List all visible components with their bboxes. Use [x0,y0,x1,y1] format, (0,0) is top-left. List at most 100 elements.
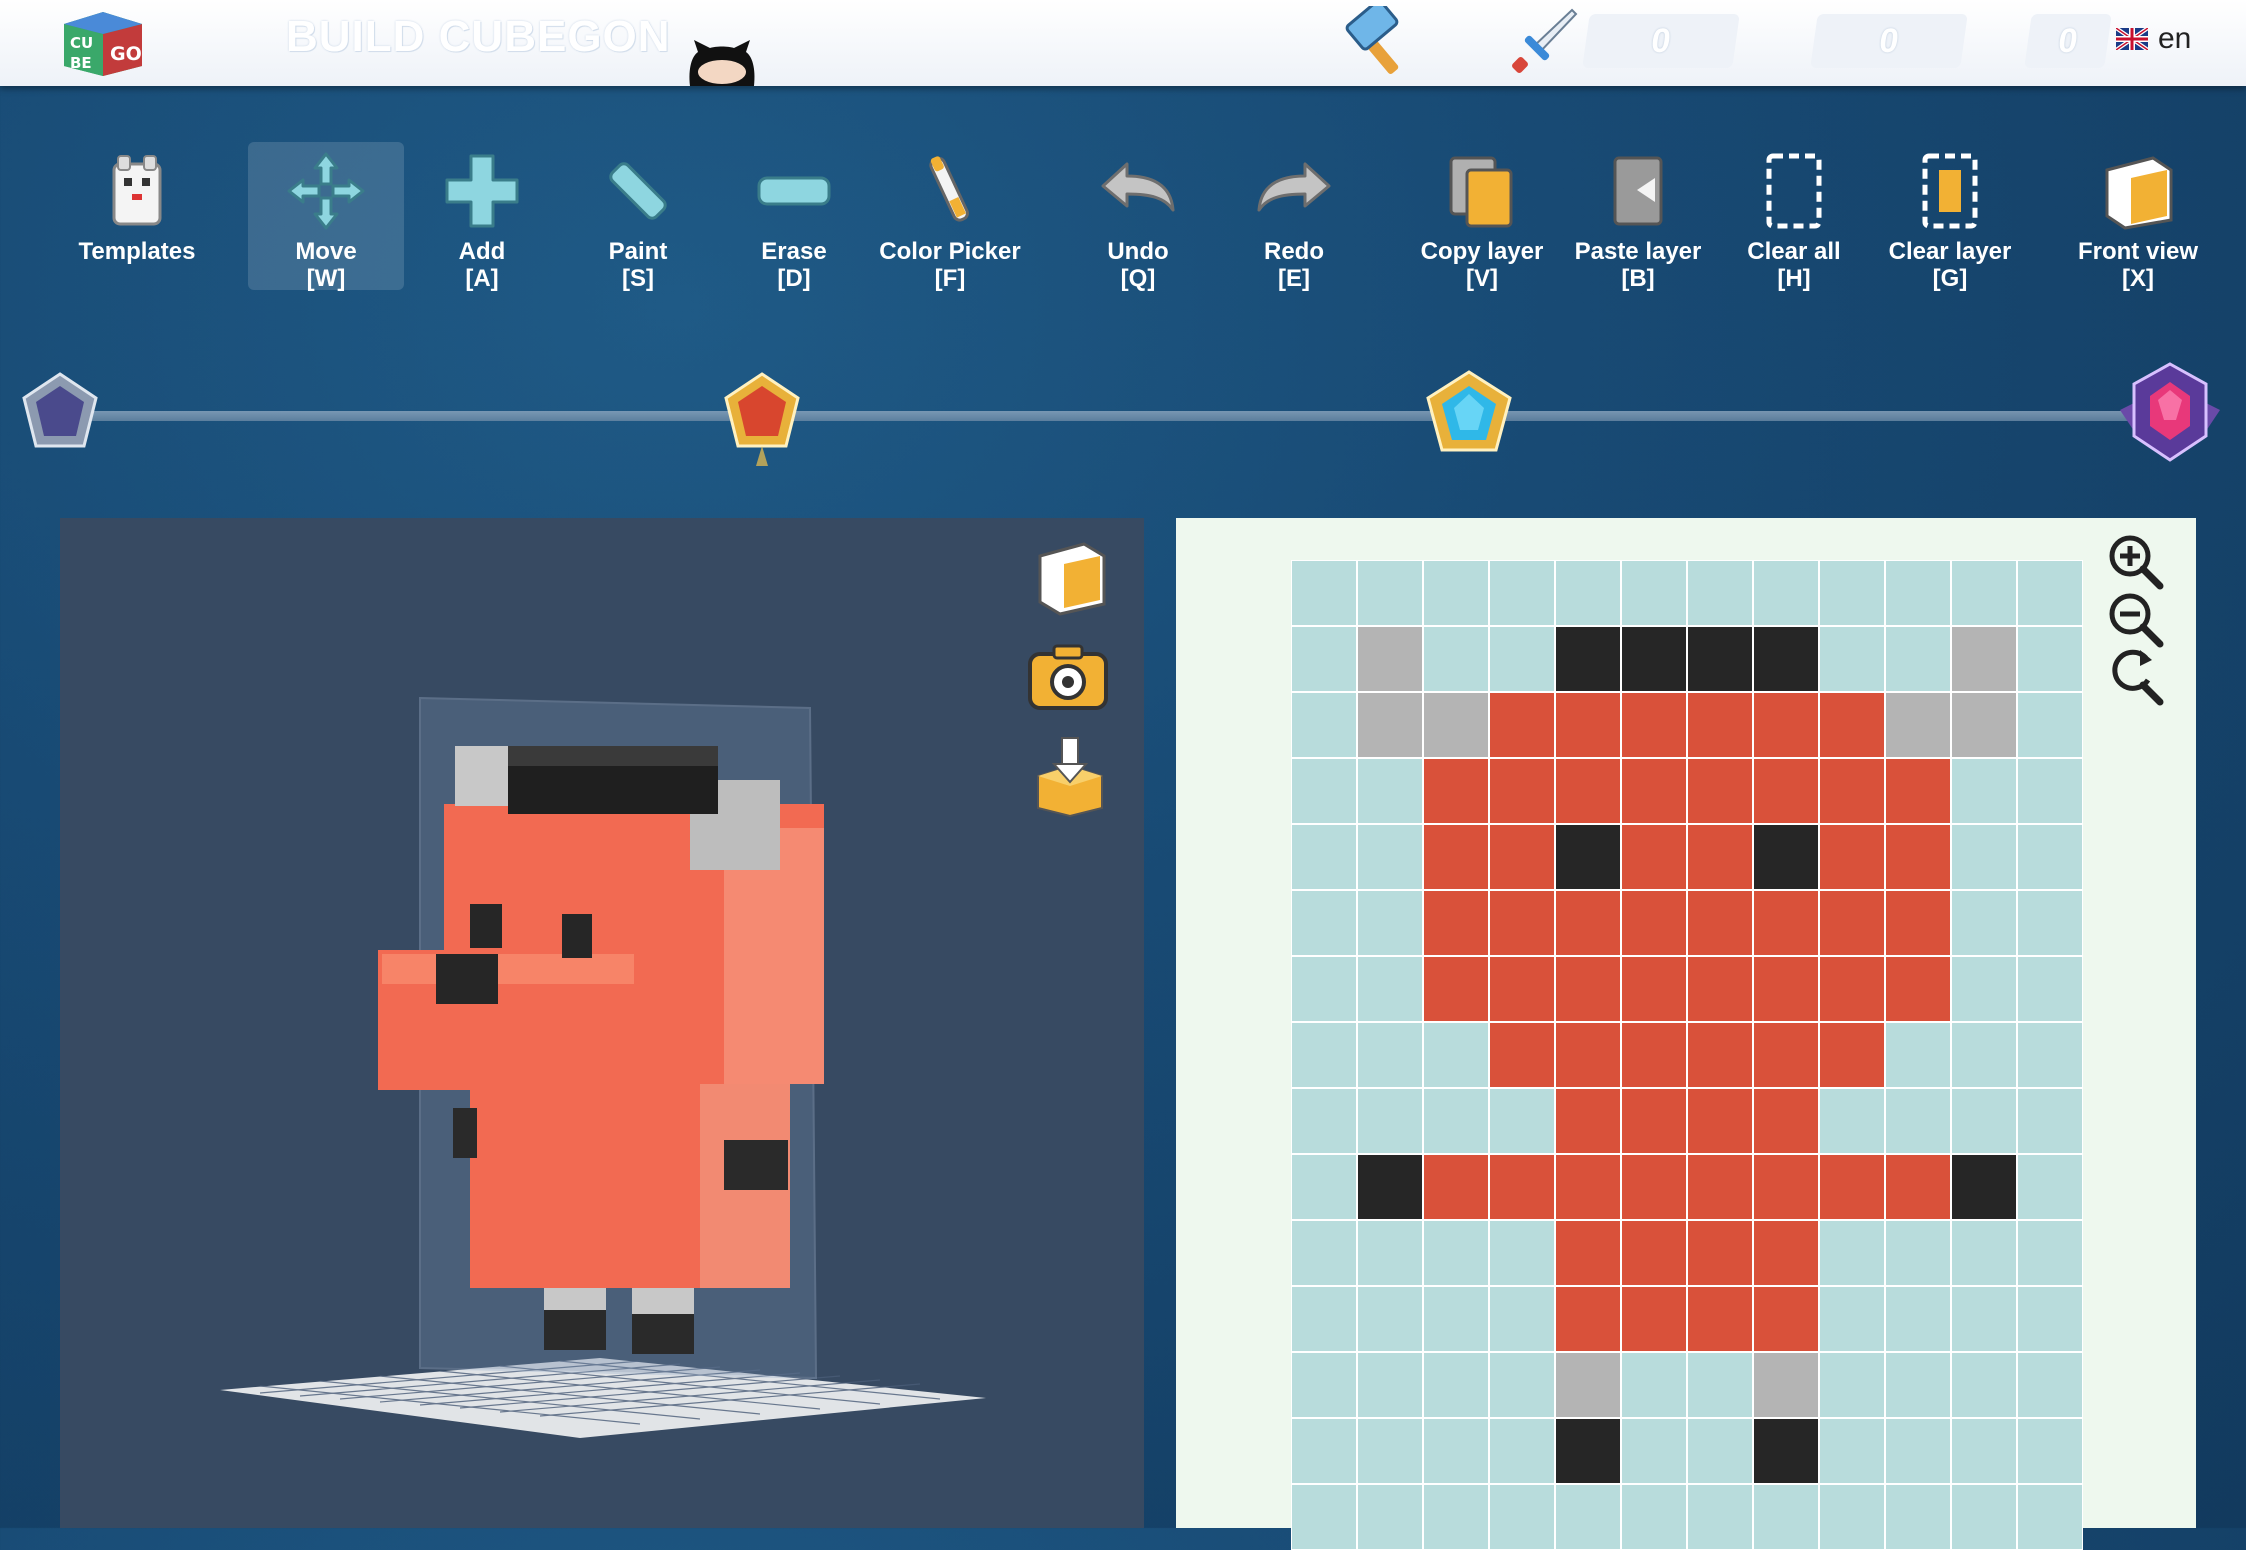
grid-cell[interactable] [1885,1352,1951,1418]
grid-cell[interactable] [1819,1088,1885,1154]
grid-cell[interactable] [2017,1286,2083,1352]
grid-cell[interactable] [1423,692,1489,758]
grid-cell[interactable] [1687,1286,1753,1352]
grid-cell[interactable] [1819,1154,1885,1220]
grid-cell[interactable] [1687,1352,1753,1418]
grid-cell[interactable] [1621,1220,1687,1286]
grid-cell[interactable] [1555,758,1621,824]
grid-cell[interactable] [1489,692,1555,758]
grid-cell[interactable] [1489,758,1555,824]
grid-cell[interactable] [1687,560,1753,626]
grid-cell[interactable] [1489,1418,1555,1484]
3d-preview-panel[interactable] [60,518,1144,1528]
grid-cell[interactable] [1753,626,1819,692]
grid-cell[interactable] [1621,1154,1687,1220]
color-picker-button[interactable]: Color Picker [F] [872,142,1028,292]
grid-cell[interactable] [1819,890,1885,956]
erase-button[interactable]: Erase [D] [716,142,872,292]
grid-cell[interactable] [1621,1286,1687,1352]
reset-zoom-button[interactable] [2106,648,2166,708]
add-button[interactable]: Add [A] [404,142,560,292]
grid-cell[interactable] [1687,1484,1753,1550]
grid-cell[interactable] [1819,626,1885,692]
grid-cell[interactable] [1357,1088,1423,1154]
grid-cell[interactable] [1753,1352,1819,1418]
grid-cell[interactable] [1819,1022,1885,1088]
grid-cell[interactable] [1687,956,1753,1022]
grid-cell[interactable] [1753,1418,1819,1484]
grid-cell[interactable] [1885,1484,1951,1550]
grid-cell[interactable] [1687,626,1753,692]
grid-cell[interactable] [1951,626,2017,692]
grid-cell[interactable] [1555,560,1621,626]
grid-cell[interactable] [1621,1418,1687,1484]
grid-cell[interactable] [2017,1220,2083,1286]
grid-cell[interactable] [1357,626,1423,692]
grid-cell[interactable] [1621,626,1687,692]
grid-cell[interactable] [1291,1022,1357,1088]
grid-cell[interactable] [2017,1088,2083,1154]
grid-cell[interactable] [1291,1154,1357,1220]
grid-cell[interactable] [1687,1154,1753,1220]
zoom-out-button[interactable] [2106,590,2166,650]
grid-cell[interactable] [1753,692,1819,758]
grid-cell[interactable] [1423,1022,1489,1088]
grid-cell[interactable] [1555,1220,1621,1286]
grid-cell[interactable] [1885,1154,1951,1220]
cubego-logo[interactable]: CU BE GO [62,10,144,78]
layer-editor-panel[interactable] [1176,518,2196,1550]
screenshot-button[interactable] [1026,642,1110,717]
grid-cell[interactable] [1951,758,2017,824]
grid-cell[interactable] [1555,956,1621,1022]
grid-cell[interactable] [1423,1088,1489,1154]
grid-cell[interactable] [1687,692,1753,758]
grid-cell[interactable] [1489,1352,1555,1418]
grid-cell[interactable] [1885,956,1951,1022]
grid-cell[interactable] [2017,560,2083,626]
grid-cell[interactable] [1951,1022,2017,1088]
grid-cell[interactable] [1489,1022,1555,1088]
grid-cell[interactable] [1555,1088,1621,1154]
grid-cell[interactable] [1885,626,1951,692]
grid-cell[interactable] [1291,1352,1357,1418]
grid-cell[interactable] [1357,1286,1423,1352]
grid-cell[interactable] [1819,1352,1885,1418]
grid-cell[interactable] [1885,1418,1951,1484]
grid-cell[interactable] [1819,1220,1885,1286]
grid-cell[interactable] [1951,956,2017,1022]
grid-cell[interactable] [1357,824,1423,890]
grid-cell[interactable] [1951,560,2017,626]
grid-cell[interactable] [1885,758,1951,824]
grid-cell[interactable] [1885,824,1951,890]
move-button[interactable]: Move [W] [248,142,404,292]
grid-cell[interactable] [1555,692,1621,758]
paint-button[interactable]: Paint [S] [560,142,716,292]
grid-cell[interactable] [1291,1286,1357,1352]
grid-cell[interactable] [1357,1220,1423,1286]
grid-cell[interactable] [1885,890,1951,956]
grid-cell[interactable] [1621,1484,1687,1550]
grid-cell[interactable] [1291,560,1357,626]
grid-cell[interactable] [1621,1088,1687,1154]
grid-cell[interactable] [1885,1220,1951,1286]
grid-cell[interactable] [1357,560,1423,626]
grid-cell[interactable] [1489,1220,1555,1286]
grid-cell[interactable] [2017,956,2083,1022]
grid-cell[interactable] [2017,626,2083,692]
grid-cell[interactable] [1753,890,1819,956]
grid-cell[interactable] [1555,1286,1621,1352]
grid-cell[interactable] [1621,1352,1687,1418]
grid-cell[interactable] [1489,1154,1555,1220]
grid-cell[interactable] [1951,824,2017,890]
grid-cell[interactable] [1357,1352,1423,1418]
grid-cell[interactable] [1885,692,1951,758]
grid-cell[interactable] [1423,1484,1489,1550]
grid-cell[interactable] [1621,824,1687,890]
grid-cell[interactable] [1819,692,1885,758]
grid-cell[interactable] [1423,890,1489,956]
grid-cell[interactable] [1621,956,1687,1022]
grid-cell[interactable] [1819,824,1885,890]
copy-layer-button[interactable]: Copy layer [V] [1404,142,1560,292]
voxel-model-preview[interactable] [60,518,1144,1528]
grid-cell[interactable] [1291,824,1357,890]
